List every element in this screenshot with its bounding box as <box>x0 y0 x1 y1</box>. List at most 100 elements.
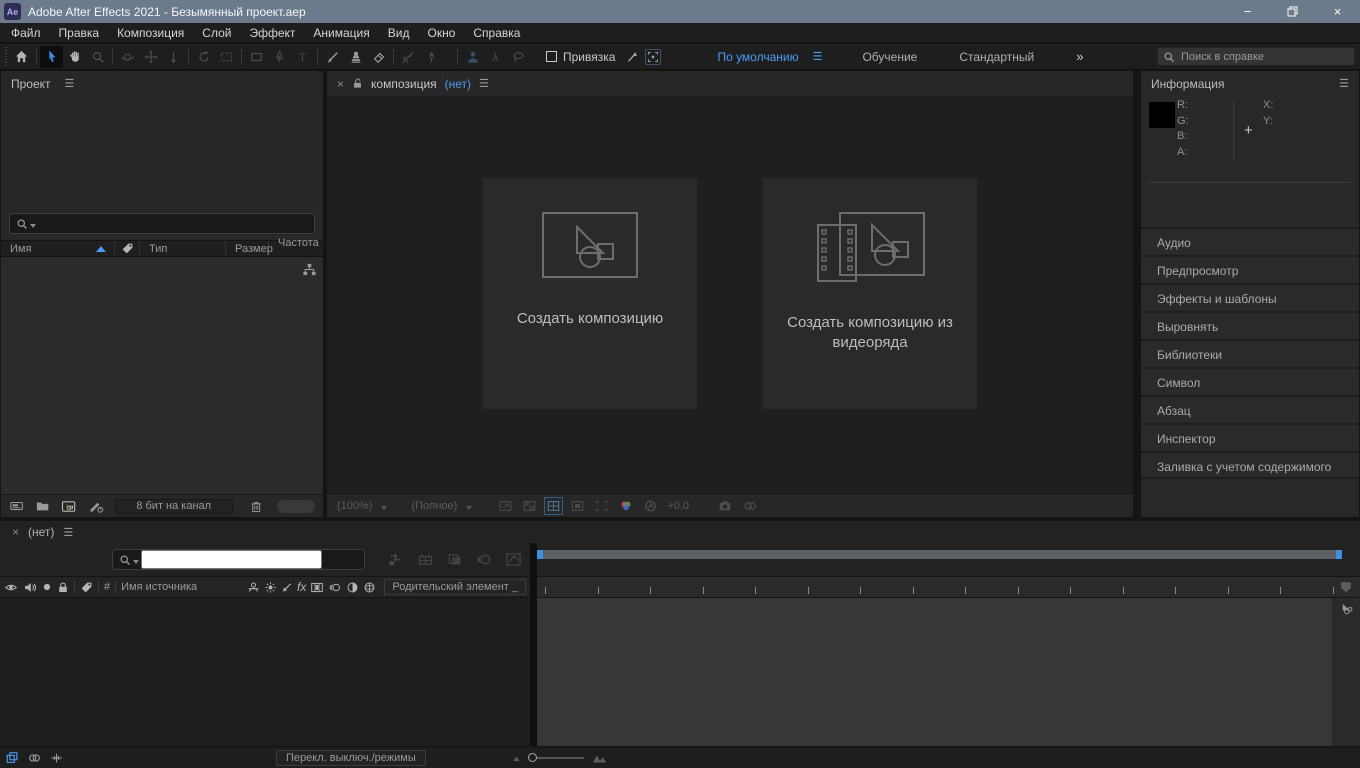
snap-options-icon[interactable] <box>645 49 661 65</box>
motion-blur-icon[interactable] <box>476 552 492 567</box>
panel-tab-paragraph[interactable]: Абзац <box>1141 395 1359 423</box>
transparency-grid-button[interactable] <box>522 499 537 513</box>
audio-icon[interactable] <box>23 581 37 594</box>
column-framerate[interactable]: Частота _ <box>269 241 323 256</box>
quality-icon[interactable] <box>281 581 293 594</box>
project-items-list[interactable] <box>1 257 323 494</box>
collapse-transformations-icon[interactable] <box>264 581 277 594</box>
snap-angle-icon[interactable] <box>625 50 639 64</box>
workspace-learn[interactable]: Обучение <box>848 50 931 64</box>
panel-tab-audio[interactable]: Аудио <box>1141 227 1359 255</box>
workspace-default[interactable]: По умолчанию <box>703 50 812 64</box>
new-folder-icon[interactable] <box>35 499 50 513</box>
minimize-button[interactable]: − <box>1225 0 1270 23</box>
channels-button[interactable] <box>618 499 634 513</box>
work-area-start-handle[interactable] <box>537 550 543 559</box>
workspace-menu-icon[interactable]: ☰ <box>813 50 823 63</box>
puppet-pin-tool-button[interactable] <box>420 46 443 68</box>
eraser-tool-button[interactable] <box>367 46 390 68</box>
layer-list-area[interactable] <box>0 598 530 746</box>
pen-tool-button[interactable] <box>268 46 291 68</box>
toggle-switches-modes-button[interactable]: Перекл. выключ./режимы <box>276 750 426 766</box>
shy-icon[interactable] <box>247 581 260 594</box>
composition-mini-flowchart-icon[interactable] <box>387 552 404 567</box>
snap-checkbox[interactable] <box>546 51 557 62</box>
roto-brush-tool-button[interactable] <box>397 46 420 68</box>
motion-blur-column-icon[interactable] <box>328 581 342 594</box>
timeline-search-input[interactable] <box>141 550 322 569</box>
zoom-in-mountains-icon[interactable] <box>592 752 608 764</box>
expand-layer-switches-icon[interactable] <box>5 751 20 765</box>
interpret-footage-icon[interactable] <box>9 499 24 513</box>
resolution-select[interactable]: (Полное) <box>411 500 457 512</box>
zoom-out-mountain-icon[interactable] <box>512 753 524 763</box>
hand-tool-button[interactable] <box>63 46 86 68</box>
type-tool-button[interactable]: T <box>291 46 314 68</box>
new-composition-from-footage-card[interactable]: Создать композицию из видеоряда <box>763 178 977 409</box>
label-column-icon[interactable] <box>80 581 93 594</box>
time-navigator-bar[interactable] <box>537 550 1342 559</box>
panel-tab-content-aware-fill[interactable]: Заливка с учетом содержимого <box>1141 451 1359 479</box>
take-snapshot-button[interactable] <box>717 499 733 513</box>
video-visibility-icon[interactable] <box>4 581 18 594</box>
unlock-icon[interactable] <box>352 77 363 90</box>
panel-tab-inspector[interactable]: Инспектор <box>1141 423 1359 451</box>
project-search-field[interactable] <box>9 213 315 234</box>
fit-view-button[interactable] <box>498 499 513 513</box>
timeline-search-field[interactable] <box>112 549 365 570</box>
info-panel-tab[interactable]: Информация <box>1151 77 1224 91</box>
effects-fx-icon[interactable]: fx <box>297 580 306 594</box>
parent-link-column[interactable]: Родительский элемент _ <box>384 579 526 595</box>
close-tab-icon[interactable]: × <box>12 525 19 539</box>
graph-editor-icon[interactable] <box>505 552 522 567</box>
help-search-input[interactable] <box>1181 51 1331 63</box>
new-composition-card[interactable]: Создать композицию <box>483 178 697 409</box>
menu-animation[interactable]: Анимация <box>304 23 378 43</box>
selection-tool-button[interactable] <box>40 46 63 68</box>
project-panel-menu-icon[interactable]: ☰ <box>65 77 75 90</box>
axis-mode-local-button[interactable] <box>461 46 484 68</box>
project-tab[interactable]: Проект <box>11 77 51 91</box>
expand-transfer-controls-icon[interactable] <box>27 751 42 765</box>
frame-blend-column-icon[interactable] <box>310 581 324 594</box>
time-ruler[interactable] <box>537 576 1332 598</box>
pan-camera-tool-button[interactable] <box>139 46 162 68</box>
region-of-interest-button[interactable] <box>594 499 609 513</box>
adjustment-layer-icon[interactable] <box>346 581 359 594</box>
zoom-slider[interactable] <box>532 757 584 759</box>
axis-mode-world-button[interactable]: λ <box>484 46 507 68</box>
menu-effect[interactable]: Эффект <box>240 23 304 43</box>
camera-tool-button[interactable] <box>215 46 238 68</box>
frame-blending-icon[interactable] <box>447 552 463 567</box>
proxy-toggle-icon[interactable] <box>88 499 104 514</box>
menu-help[interactable]: Справка <box>464 23 529 43</box>
exposure-value[interactable]: +0,0 <box>667 500 689 512</box>
search-options-caret-icon[interactable] <box>133 560 139 564</box>
restore-button[interactable] <box>1270 0 1315 23</box>
exposure-button[interactable] <box>643 499 658 513</box>
timeline-scroll-gutter[interactable] <box>1332 598 1360 746</box>
toolbar-grip[interactable] <box>2 47 10 67</box>
track-area[interactable] <box>537 598 1332 746</box>
panel-tab-align[interactable]: Выровнять <box>1141 311 1359 339</box>
magnification-select[interactable]: (100%) <box>337 500 372 512</box>
bit-depth-button[interactable]: 8 бит на канал <box>115 499 233 514</box>
show-snapshot-button[interactable] <box>742 499 758 513</box>
close-tab-icon[interactable]: × <box>337 77 344 91</box>
menu-window[interactable]: Окно <box>418 23 464 43</box>
close-button[interactable]: × <box>1315 0 1360 23</box>
composition-panel-menu-icon[interactable]: ☰ <box>479 77 489 90</box>
rectangle-tool-button[interactable] <box>245 46 268 68</box>
timeline-pane-divider[interactable] <box>530 543 537 746</box>
panel-tab-effects-presets[interactable]: Эффекты и шаблоны <box>1141 283 1359 311</box>
zoom-tool-button[interactable] <box>86 46 109 68</box>
layer-number-column[interactable]: # <box>104 581 110 593</box>
comp-mini-icon[interactable] <box>1339 601 1354 616</box>
clone-stamp-tool-button[interactable] <box>344 46 367 68</box>
workspace-overflow-chevron[interactable]: » <box>1076 49 1081 64</box>
3d-layer-icon[interactable] <box>363 581 376 594</box>
panel-tab-preview[interactable]: Предпросмотр <box>1141 255 1359 283</box>
menu-view[interactable]: Вид <box>379 23 419 43</box>
project-flowchart-icon[interactable] <box>302 262 317 277</box>
workspace-standard[interactable]: Стандартный <box>945 50 1048 64</box>
